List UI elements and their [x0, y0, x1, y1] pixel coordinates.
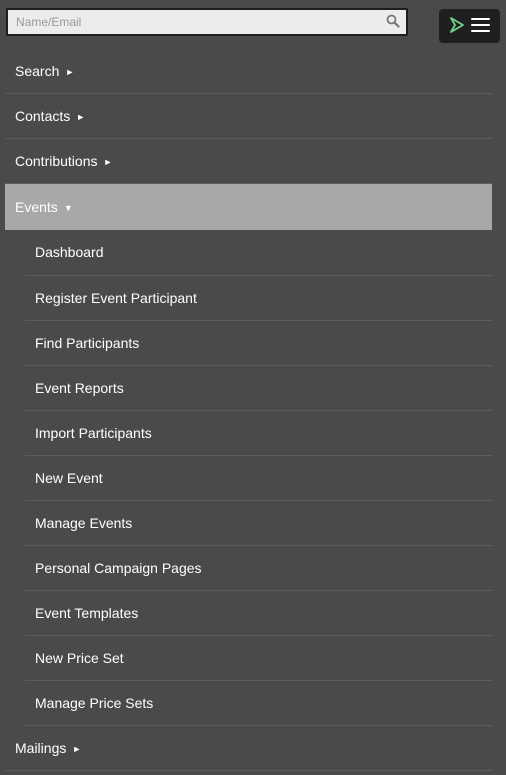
submenu-item-import-participants[interactable]: Import Participants [25, 411, 492, 456]
nav-item-label: Events [15, 199, 58, 215]
submenu-item-manage-price-sets[interactable]: Manage Price Sets [25, 681, 492, 726]
nav-item-events[interactable]: Events ▼ [5, 184, 492, 230]
nav-item-contributions[interactable]: Contributions ► [5, 139, 492, 184]
search-input[interactable] [8, 10, 406, 34]
nav-item-label: Mailings [15, 740, 67, 756]
search-icon[interactable] [386, 14, 400, 28]
nav-item-mailings[interactable]: Mailings ► [5, 726, 492, 771]
submenu-item-new-price-set[interactable]: New Price Set [25, 636, 492, 681]
caret-right-icon: ► [65, 67, 75, 77]
submenu-item-personal-campaign-pages[interactable]: Personal Campaign Pages [25, 546, 492, 591]
nav-item-label: Search [15, 63, 60, 79]
caret-right-icon: ► [72, 744, 82, 754]
caret-right-icon: ► [103, 157, 113, 167]
submenu-item-dashboard[interactable]: Dashboard [25, 230, 492, 276]
quick-search [6, 8, 408, 36]
submenu-item-new-event[interactable]: New Event [25, 456, 492, 501]
submenu-item-find-participants[interactable]: Find Participants [25, 321, 492, 366]
submenu-item-manage-events[interactable]: Manage Events [25, 501, 492, 546]
nav-item-label: Contacts [15, 108, 71, 124]
nav-item-search[interactable]: Search ► [5, 49, 492, 94]
nav-item-contacts[interactable]: Contacts ► [5, 94, 492, 139]
main-nav: Search ► Contacts ► Contributions ► Events ▼… [5, 49, 492, 771]
civicrm-logo-icon [450, 17, 464, 33]
caret-right-icon: ► [76, 112, 86, 122]
nav-item-label: Contributions [15, 153, 98, 169]
menu-toggle-button[interactable] [439, 9, 500, 43]
submenu-item-event-templates[interactable]: Event Templates [25, 591, 492, 636]
caret-down-icon: ▼ [63, 203, 73, 213]
top-bar [0, 0, 506, 48]
events-submenu: Dashboard Register Event Participant Fin… [5, 230, 492, 726]
hamburger-icon [471, 18, 490, 33]
submenu-item-register-event-participant[interactable]: Register Event Participant [25, 276, 492, 321]
submenu-item-event-reports[interactable]: Event Reports [25, 366, 492, 411]
